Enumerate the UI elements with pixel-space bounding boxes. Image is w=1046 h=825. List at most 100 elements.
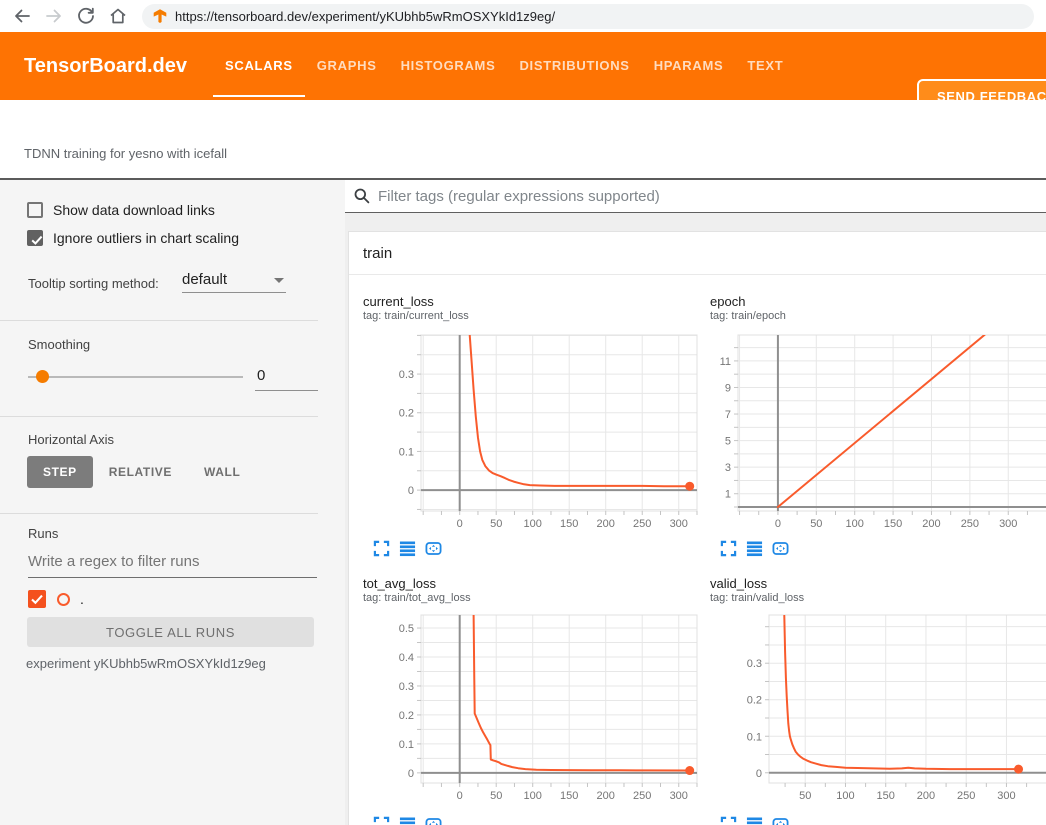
horizontal-axis-label: Horizontal Axis [28,432,114,447]
chart-title: valid_loss [710,576,1046,591]
svg-text:0: 0 [775,518,781,530]
chart-actions [363,816,717,825]
tab-distributions[interactable]: DISTRIBUTIONS [507,32,641,100]
chart-card-valid_loss: valid_losstag: train/valid_loss501001502… [710,576,1046,825]
svg-text:11: 11 [720,356,731,368]
svg-text:100: 100 [524,790,542,802]
toggle-all-runs-button[interactable]: TOGGLE ALL RUNS [27,617,314,647]
fit-domain-to-data-icon[interactable] [425,540,442,557]
svg-text:250: 250 [633,790,651,802]
show-download-links-checkbox[interactable]: Show data download links [27,202,215,218]
expand-chart-icon[interactable] [720,540,737,557]
chart-plot-current_loss[interactable]: 05010015020025030000.10.20.3 [363,327,699,533]
tab-scalars[interactable]: SCALARS [213,32,305,100]
svg-text:100: 100 [524,518,542,530]
svg-text:0.2: 0.2 [399,710,414,722]
horizontal-axis-buttons: STEPRELATIVEWALL [27,456,256,488]
section-title: train [363,232,1046,275]
svg-text:0: 0 [756,768,762,780]
train-section-header[interactable]: train [349,232,1046,275]
brand-title: TensorBoard.dev [24,32,187,100]
divider [0,416,318,417]
checkbox-label: Ignore outliers in chart scaling [53,230,239,246]
chart-card-current_loss: current_losstag: train/current_loss05010… [363,294,717,557]
forward-icon[interactable] [44,6,64,26]
url-text: https://tensorboard.dev/experiment/yKUbh… [175,9,555,24]
train-section-card: train current_losstag: train/current_los… [348,231,1046,825]
smoothing-value-underline [255,390,318,391]
address-bar[interactable]: https://tensorboard.dev/experiment/yKUbh… [142,4,1034,29]
chart-plot-valid_loss[interactable]: 5010015020025030000.10.20.3 [710,609,1046,809]
svg-text:250: 250 [633,518,651,530]
experiment-title: TDNN training for yesno with icefall [24,146,227,161]
svg-text:50: 50 [490,518,502,530]
axis-option-wall[interactable]: WALL [188,456,256,488]
tab-hparams[interactable]: HPARAMS [642,32,736,100]
expand-chart-icon[interactable] [373,540,390,557]
fit-domain-to-data-icon[interactable] [425,816,442,825]
chart-tag: tag: train/valid_loss [710,592,1046,605]
run-list-item[interactable]: . [28,590,84,608]
chart-plot-tot_avg_loss[interactable]: 05010015020025030000.10.20.30.40.5 [363,609,699,809]
checkbox-unchecked-icon[interactable] [27,202,43,218]
tag-filter-placeholder: Filter tags (regular expressions support… [378,188,660,205]
svg-text:50: 50 [810,518,822,530]
browser-toolbar: https://tensorboard.dev/experiment/yKUbh… [0,0,1046,32]
fit-domain-to-data-icon[interactable] [772,540,789,557]
toggle-log-scale-icon[interactable] [746,816,763,825]
toggle-log-scale-icon[interactable] [399,540,416,557]
axis-option-step[interactable]: STEP [27,456,93,488]
runs-filter-underline [28,577,317,578]
chart-title: tot_avg_loss [363,576,717,591]
svg-text:200: 200 [922,518,940,530]
svg-text:0: 0 [457,790,463,802]
chart-card-epoch: epochtag: train/epoch0501001502002503001… [710,294,1046,557]
expand-chart-icon[interactable] [373,816,390,825]
settings-sidebar: Show data download links Ignore outliers… [0,180,345,825]
reload-icon[interactable] [76,6,96,26]
subheader: TDNN training for yesno with icefall [0,100,1046,180]
runs-label: Runs [28,526,58,541]
main-content: Filter tags (regular expressions support… [345,180,1046,825]
chart-actions [710,540,1046,557]
fit-domain-to-data-icon[interactable] [772,816,789,825]
smoothing-label: Smoothing [28,337,90,352]
checkbox-checked-icon[interactable] [27,230,43,246]
toggle-log-scale-icon[interactable] [746,540,763,557]
experiment-id-caption: experiment yKUbhb5wRmOSXYkId1z9eg [26,656,266,671]
svg-text:0: 0 [408,485,414,497]
home-icon[interactable] [108,6,128,26]
svg-text:300: 300 [670,518,688,530]
svg-text:300: 300 [999,518,1017,530]
back-icon[interactable] [12,6,32,26]
smoothing-slider-thumb[interactable] [36,370,49,383]
svg-text:3: 3 [725,462,731,474]
divider [0,513,318,514]
tooltip-sorting-select[interactable]: default [182,271,286,293]
svg-text:9: 9 [725,382,731,394]
smoothing-value: 0 [257,367,265,384]
tensorboard-favicon [152,8,168,24]
chart-plot-epoch[interactable]: 0501001502002503001357911 [710,327,1046,533]
tab-histograms[interactable]: HISTOGRAMS [389,32,508,100]
tab-text[interactable]: TEXT [735,32,795,100]
svg-text:100: 100 [846,518,864,530]
chart-title: epoch [710,294,1046,309]
divider [0,320,318,321]
run-checkbox-checked-icon[interactable] [28,590,46,608]
svg-text:150: 150 [884,518,902,530]
expand-chart-icon[interactable] [720,816,737,825]
screen: https://tensorboard.dev/experiment/yKUbh… [0,0,1046,825]
axis-option-relative[interactable]: RELATIVE [93,456,188,488]
svg-text:200: 200 [917,790,935,802]
toggle-log-scale-icon[interactable] [399,816,416,825]
ignore-outliers-checkbox[interactable]: Ignore outliers in chart scaling [27,230,239,246]
svg-text:150: 150 [560,790,578,802]
svg-text:50: 50 [799,790,811,802]
tab-graphs[interactable]: GRAPHS [305,32,389,100]
svg-text:200: 200 [597,518,615,530]
smoothing-slider-track[interactable] [28,376,243,378]
runs-filter-input[interactable]: Write a regex to filter runs [28,553,199,570]
tag-filter-bar[interactable]: Filter tags (regular expressions support… [345,180,1046,213]
tab-bar: SCALARSGRAPHSHISTOGRAMSDISTRIBUTIONSHPAR… [213,32,795,100]
